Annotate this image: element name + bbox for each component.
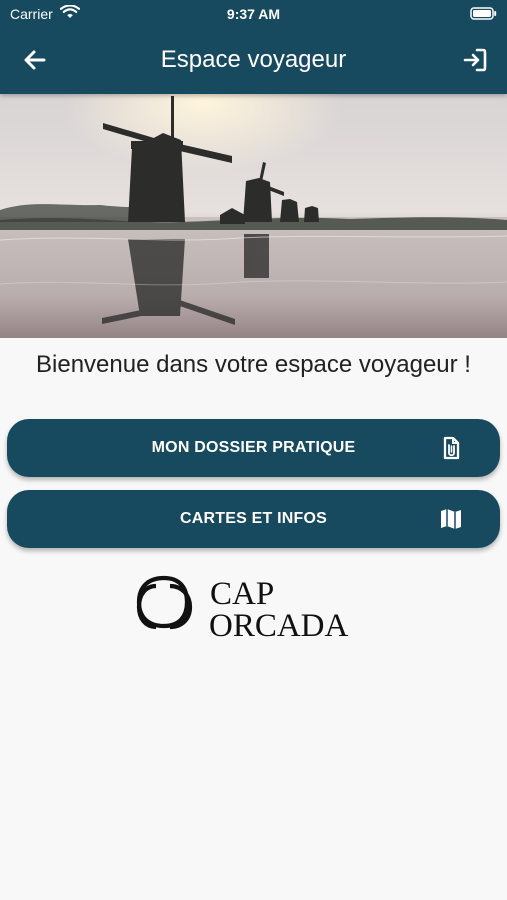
navigation-header: Espace voyageur xyxy=(0,28,507,94)
practical-file-label: MON DOSSIER PRATIQUE xyxy=(151,439,356,456)
practical-file-button[interactable]: MON DOSSIER PRATIQUE xyxy=(7,419,500,477)
page-title: Espace voyageur xyxy=(160,46,347,73)
sign-out-icon[interactable] xyxy=(461,46,489,74)
maps-info-label: CARTES ET INFOS xyxy=(179,510,327,527)
welcome-message: Bienvenue dans votre espace voyageur ! xyxy=(36,351,471,378)
hero-windmill-image xyxy=(0,94,507,338)
top-bar: Carrier 9:37 AM Espace voyageur xyxy=(0,0,507,94)
maps-info-button[interactable]: CARTES ET INFOS xyxy=(7,490,500,548)
document-clip-icon xyxy=(443,436,460,460)
app-screen: Carrier 9:37 AM Espace voyageur Bienvenu… xyxy=(0,0,507,900)
logo-line-cap: CAP xyxy=(210,576,274,612)
cap-orcada-logo: CAP ORCADA xyxy=(136,575,349,642)
status-bar: Carrier 9:37 AM xyxy=(0,0,507,28)
status-time: 9:37 AM xyxy=(226,6,281,22)
battery-icon xyxy=(470,7,497,20)
logo-line-orcada: ORCADA xyxy=(209,608,349,642)
map-icon xyxy=(441,509,461,529)
